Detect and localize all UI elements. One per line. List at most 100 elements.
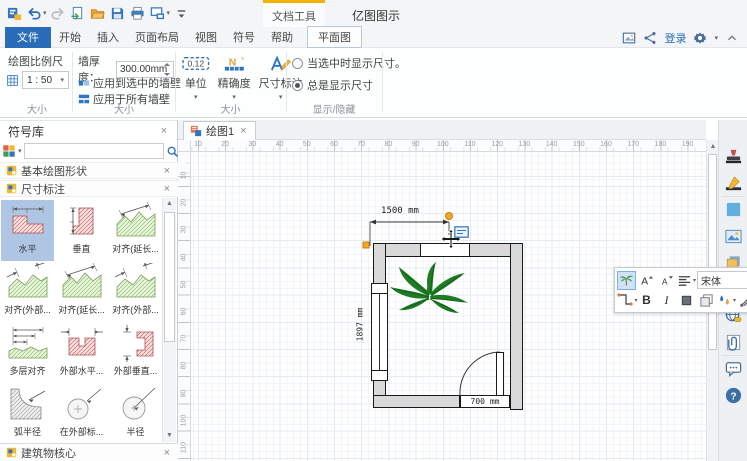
close-section-button[interactable]: × (162, 183, 172, 195)
export-button[interactable] (149, 4, 167, 22)
tab-视图[interactable]: 视图 (187, 26, 225, 48)
signature-icon[interactable] (723, 173, 744, 194)
undo-caret-icon[interactable]: ▾ (43, 9, 47, 17)
duplicate-button[interactable] (697, 291, 716, 310)
panel-scrollbar-thumb[interactable] (164, 212, 175, 342)
tab-drawing1[interactable]: 绘图1 × (183, 121, 256, 140)
open-button[interactable] (89, 4, 107, 22)
tab-插入[interactable]: 插入 (89, 26, 127, 48)
print-button[interactable] (129, 4, 147, 22)
precision-icon: N+ (223, 54, 246, 72)
settings-gear-button[interactable] (693, 31, 707, 45)
collapse-ribbon-button[interactable] (725, 31, 739, 45)
help-icon[interactable]: ? (723, 385, 744, 406)
tab-页面布局[interactable]: 页面布局 (127, 26, 187, 48)
text-align-button[interactable]: ▾ (677, 271, 696, 290)
shape-item-align-ext[interactable]: 对齐(延长... (55, 261, 108, 322)
potted-plant[interactable] (385, 260, 471, 322)
wall-bottom[interactable] (373, 395, 460, 408)
shape-item-align-ext[interactable]: 对齐(延长... (109, 200, 162, 261)
tab-符号[interactable]: 符号 (225, 26, 263, 48)
italic-button[interactable]: I (657, 291, 676, 310)
export-image-button[interactable] (622, 31, 636, 45)
export-caret-icon[interactable]: ▾ (167, 9, 171, 17)
scroll-up-icon[interactable]: ▲ (163, 198, 176, 210)
shape-item-multi[interactable]: 多层对齐 (1, 322, 54, 383)
h-ruler-number: 50 (298, 141, 316, 148)
wall-selected-icon (78, 77, 90, 89)
save-button[interactable] (109, 4, 127, 22)
shape-item-radius[interactable]: 半径 (109, 383, 162, 442)
increase-font-button[interactable]: A (637, 271, 656, 290)
stamp-icon[interactable] (723, 146, 744, 167)
ribbon-button-精确度[interactable]: N+精确度▾ (214, 52, 255, 103)
shape-item-dim-v[interactable]: 垂直 (55, 200, 108, 261)
font-family-select[interactable]: 宋体 ▾ (697, 271, 747, 289)
theme-colors-button[interactable]: ▾ (717, 291, 736, 310)
close-tab-button[interactable]: × (238, 125, 248, 137)
app-logo-button[interactable] (5, 4, 23, 22)
symbol-palette-button[interactable] (2, 144, 16, 158)
tab-开始[interactable]: 开始 (51, 26, 89, 48)
shape-item-align-out[interactable]: 对齐(外部... (109, 261, 162, 322)
radio-option[interactable]: 当选中时显示尺寸。 (292, 55, 406, 71)
tab-file[interactable]: 文件 (5, 27, 51, 48)
recent-symbol-button[interactable] (617, 271, 636, 290)
tools-button[interactable] (737, 291, 747, 310)
radio-checked-icon[interactable] (292, 80, 303, 91)
bold-button[interactable]: B (637, 291, 656, 310)
tab-floorplan[interactable]: 平面图 (307, 26, 362, 48)
tab-帮助[interactable]: 帮助 (263, 26, 301, 48)
picture-icon[interactable] (723, 226, 744, 247)
shape-label: 对齐(延长... (58, 303, 105, 316)
ribbon-button-单位[interactable]: 0.12单位▾ (178, 52, 214, 103)
apply-selected-walls-button[interactable]: 应用到选中的墙壁 (78, 75, 181, 91)
section-基本绘图形状[interactable]: 基本绘图形状× (0, 162, 178, 179)
symbol-search-input[interactable] (24, 143, 164, 159)
shape-item-align-out[interactable]: 对齐(外部... (1, 261, 54, 322)
scroll-down-icon[interactable]: ▼ (163, 430, 176, 442)
shape-item-arc-r[interactable]: 弧半径 (1, 383, 54, 442)
shape-item-out-h[interactable]: 外部水平... (55, 322, 108, 383)
rotation-handle-circle[interactable] (446, 213, 453, 220)
h-ruler-number: 120 (488, 141, 506, 148)
shape-fill-button[interactable] (677, 291, 696, 310)
wall-thickness-spinner[interactable] (164, 63, 172, 76)
panel-scrollbar[interactable]: ▲ ▼ (162, 198, 176, 442)
toolbar-more-button[interactable] (172, 4, 190, 22)
section-尺寸标注[interactable]: 尺寸标注 × (0, 180, 178, 197)
scale-select[interactable]: 1 : 50 ▾ (22, 71, 69, 89)
palette-caret-icon[interactable]: ▾ (18, 147, 22, 155)
undo-button[interactable] (25, 4, 43, 22)
shape-item-radius-out[interactable]: 在外部标... (55, 383, 108, 442)
door-leaf[interactable] (496, 352, 504, 396)
shape-label: 在外部标... (60, 425, 104, 438)
v-ruler-number: 40 (181, 248, 188, 266)
login-button[interactable]: 登录 (664, 30, 686, 46)
new-template-button[interactable] (69, 4, 87, 22)
selection-handle-square[interactable] (363, 242, 369, 248)
radio-option[interactable]: 总是显示尺寸 (292, 77, 406, 93)
close-section-button[interactable]: × (162, 165, 172, 177)
canvas-scrollbar-thumb[interactable] (708, 154, 717, 350)
close-panel-button[interactable]: × (159, 125, 169, 137)
redo-button[interactable] (49, 4, 67, 22)
window-glass-line (379, 294, 380, 370)
attachment-icon[interactable] (723, 332, 744, 353)
close-section-button[interactable]: × (162, 447, 172, 459)
share-button[interactable] (643, 31, 657, 45)
group-show-hide: 当选中时显示尺寸。总是显示尺寸 显示/隐藏 (287, 48, 381, 118)
radio-unchecked-icon[interactable] (292, 58, 303, 69)
search-icon[interactable] (166, 145, 179, 158)
button-label: 精确度 (218, 75, 251, 91)
group-label-size: 大小 (2, 101, 72, 116)
settings-caret-icon[interactable]: ▾ (714, 34, 718, 42)
fill-style-icon[interactable] (723, 199, 744, 220)
section-building-core[interactable]: 建筑物核心 × (0, 443, 178, 461)
connector-tool-button[interactable]: ▾ (617, 291, 636, 310)
shape-item-dim-h[interactable]: 水平 (1, 200, 54, 261)
section-label: 尺寸标注 (21, 181, 158, 197)
decrease-font-button[interactable]: A (657, 271, 676, 290)
comment-icon[interactable] (723, 358, 744, 379)
shape-item-out-v[interactable]: 外部垂直... (109, 322, 162, 383)
